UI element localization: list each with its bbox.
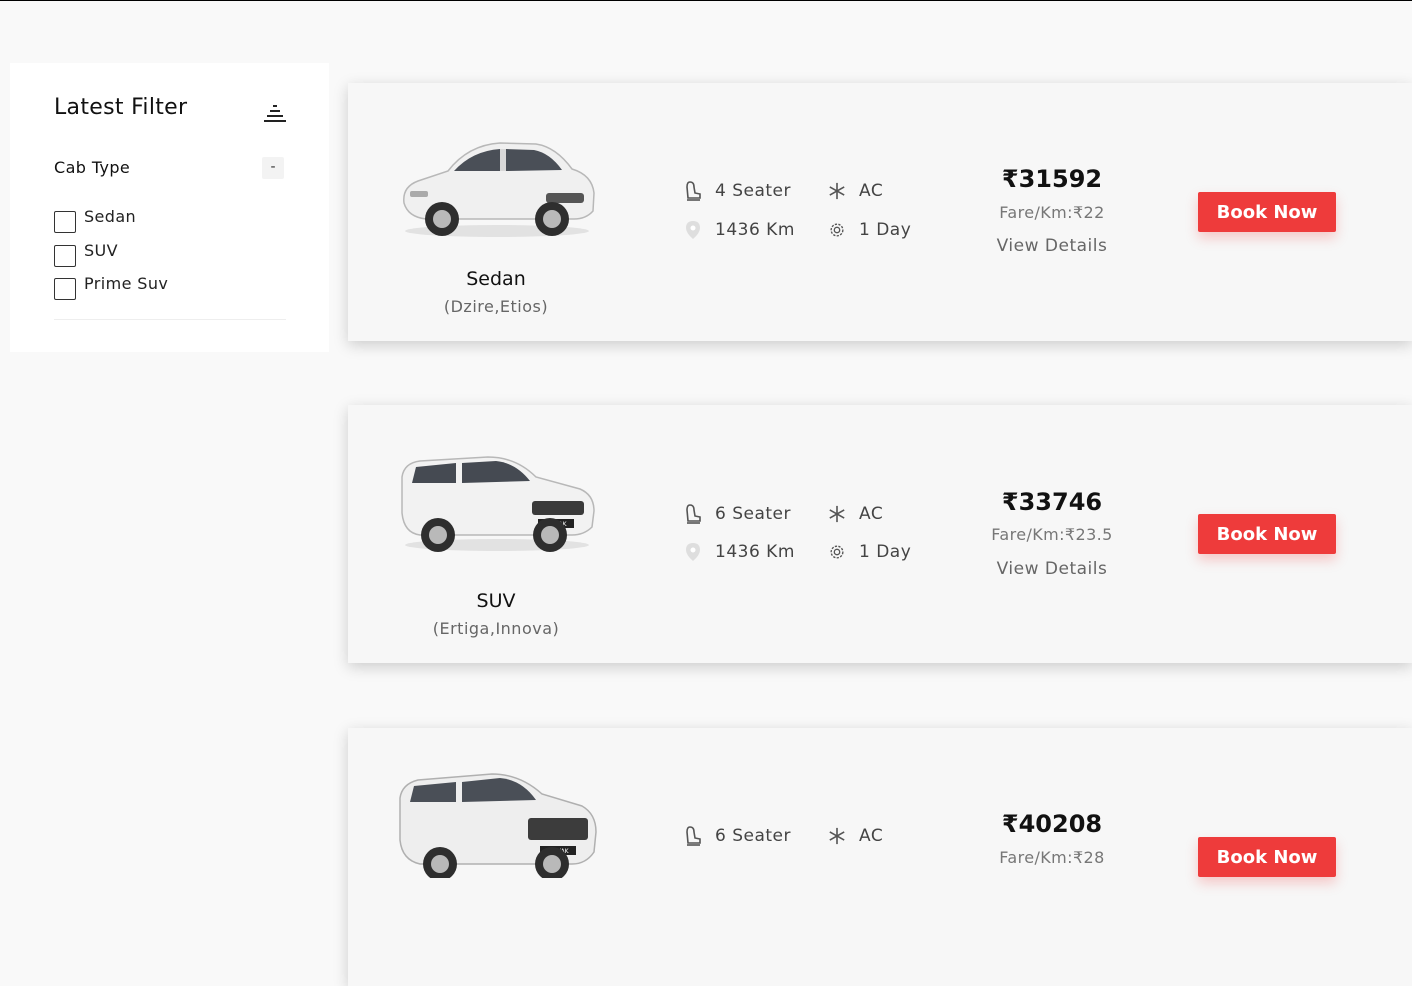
ac-label: AC [859,181,884,201]
gear-icon [830,545,844,559]
top-border [0,0,1412,1]
seater-label: 6 Seater [715,826,792,846]
cab-name: Sedan [466,268,526,290]
prime-suv-car-image: SEWAK [399,773,597,878]
cab-card-suv: SEWAK SUV (Ertiga,Innova) 6 Seater AC 14… [348,405,1412,663]
cab-price: ₹40208 [1001,810,1103,838]
view-details-link[interactable]: View Details [952,236,1152,256]
duration-label: 1 Day [859,542,912,562]
filter-sidebar: Latest Filter Cab Type - Sedan SUV Prime… [10,63,329,352]
filter-option-prime-suv[interactable]: Prime Suv [54,274,168,300]
book-now-button[interactable]: Book Now [1198,837,1336,877]
fare-per-km: Fare/Km:₹28 [999,848,1105,867]
ac-label: AC [859,504,884,524]
collapse-button[interactable]: - [262,157,284,179]
view-details-link[interactable]: View Details [952,559,1152,579]
filter-option-label: Sedan [84,207,137,226]
cab-models: (Ertiga,Innova) [432,619,560,638]
cab-price: ₹31592 [1001,165,1103,193]
book-now-button[interactable]: Book Now [1198,514,1336,554]
cab-models: (Dzire,Etios) [443,297,549,316]
ac-info: AC [828,504,883,524]
sedan-car-image [403,142,595,237]
distance-info: 1436 Km [684,542,795,562]
seater-info: 6 Seater [684,504,791,524]
checkbox[interactable] [54,211,76,233]
seater-label: 6 Seater [715,504,792,524]
snowflake-icon [829,505,845,523]
seat-icon [686,181,701,201]
location-pin-icon [686,543,700,561]
book-now-button[interactable]: Book Now [1198,192,1336,232]
filter-title: Latest Filter [54,95,188,120]
seat-icon [686,826,701,846]
fare-per-km: Fare/Km:₹23.5 [991,525,1113,544]
checkbox[interactable] [54,278,76,300]
filter-option-sedan[interactable]: Sedan [54,207,136,233]
divider [54,319,286,320]
filter-icon[interactable] [264,104,286,124]
location-pin-icon [686,221,700,239]
suv-car-image: SEWAK [401,456,595,552]
filter-option-label: Prime Suv [84,274,169,293]
ac-label: AC [859,826,884,846]
fare-per-km: Fare/Km:₹22 [999,203,1105,222]
cab-type-heading: Cab Type [54,158,131,177]
snowflake-icon [829,827,845,845]
duration-info: 1 Day [828,220,911,240]
cab-name: SUV [476,590,516,612]
duration-info: 1 Day [828,542,911,562]
seater-info: 6 Seater [684,826,791,846]
filter-option-suv[interactable]: SUV [54,241,118,267]
ac-info: AC [828,181,883,201]
cab-price: ₹33746 [1001,488,1103,516]
seater-info: 4 Seater [684,181,791,201]
distance-info: 1436 Km [684,220,795,240]
filter-option-label: SUV [84,241,119,260]
cab-card-sedan: Sedan (Dzire,Etios) 4 Seater AC 1436 Km … [348,83,1412,341]
snowflake-icon [829,182,845,200]
seater-label: 4 Seater [715,181,792,201]
gear-icon [830,223,844,237]
distance-label: 1436 Km [715,542,795,562]
seat-icon [686,504,701,524]
checkbox[interactable] [54,245,76,267]
distance-label: 1436 Km [715,220,795,240]
duration-label: 1 Day [859,220,912,240]
ac-info: AC [828,826,883,846]
cab-card-prime-suv: SEWAK 6 Seater AC ₹40208 Fare/Km:₹28 Boo… [348,728,1412,986]
